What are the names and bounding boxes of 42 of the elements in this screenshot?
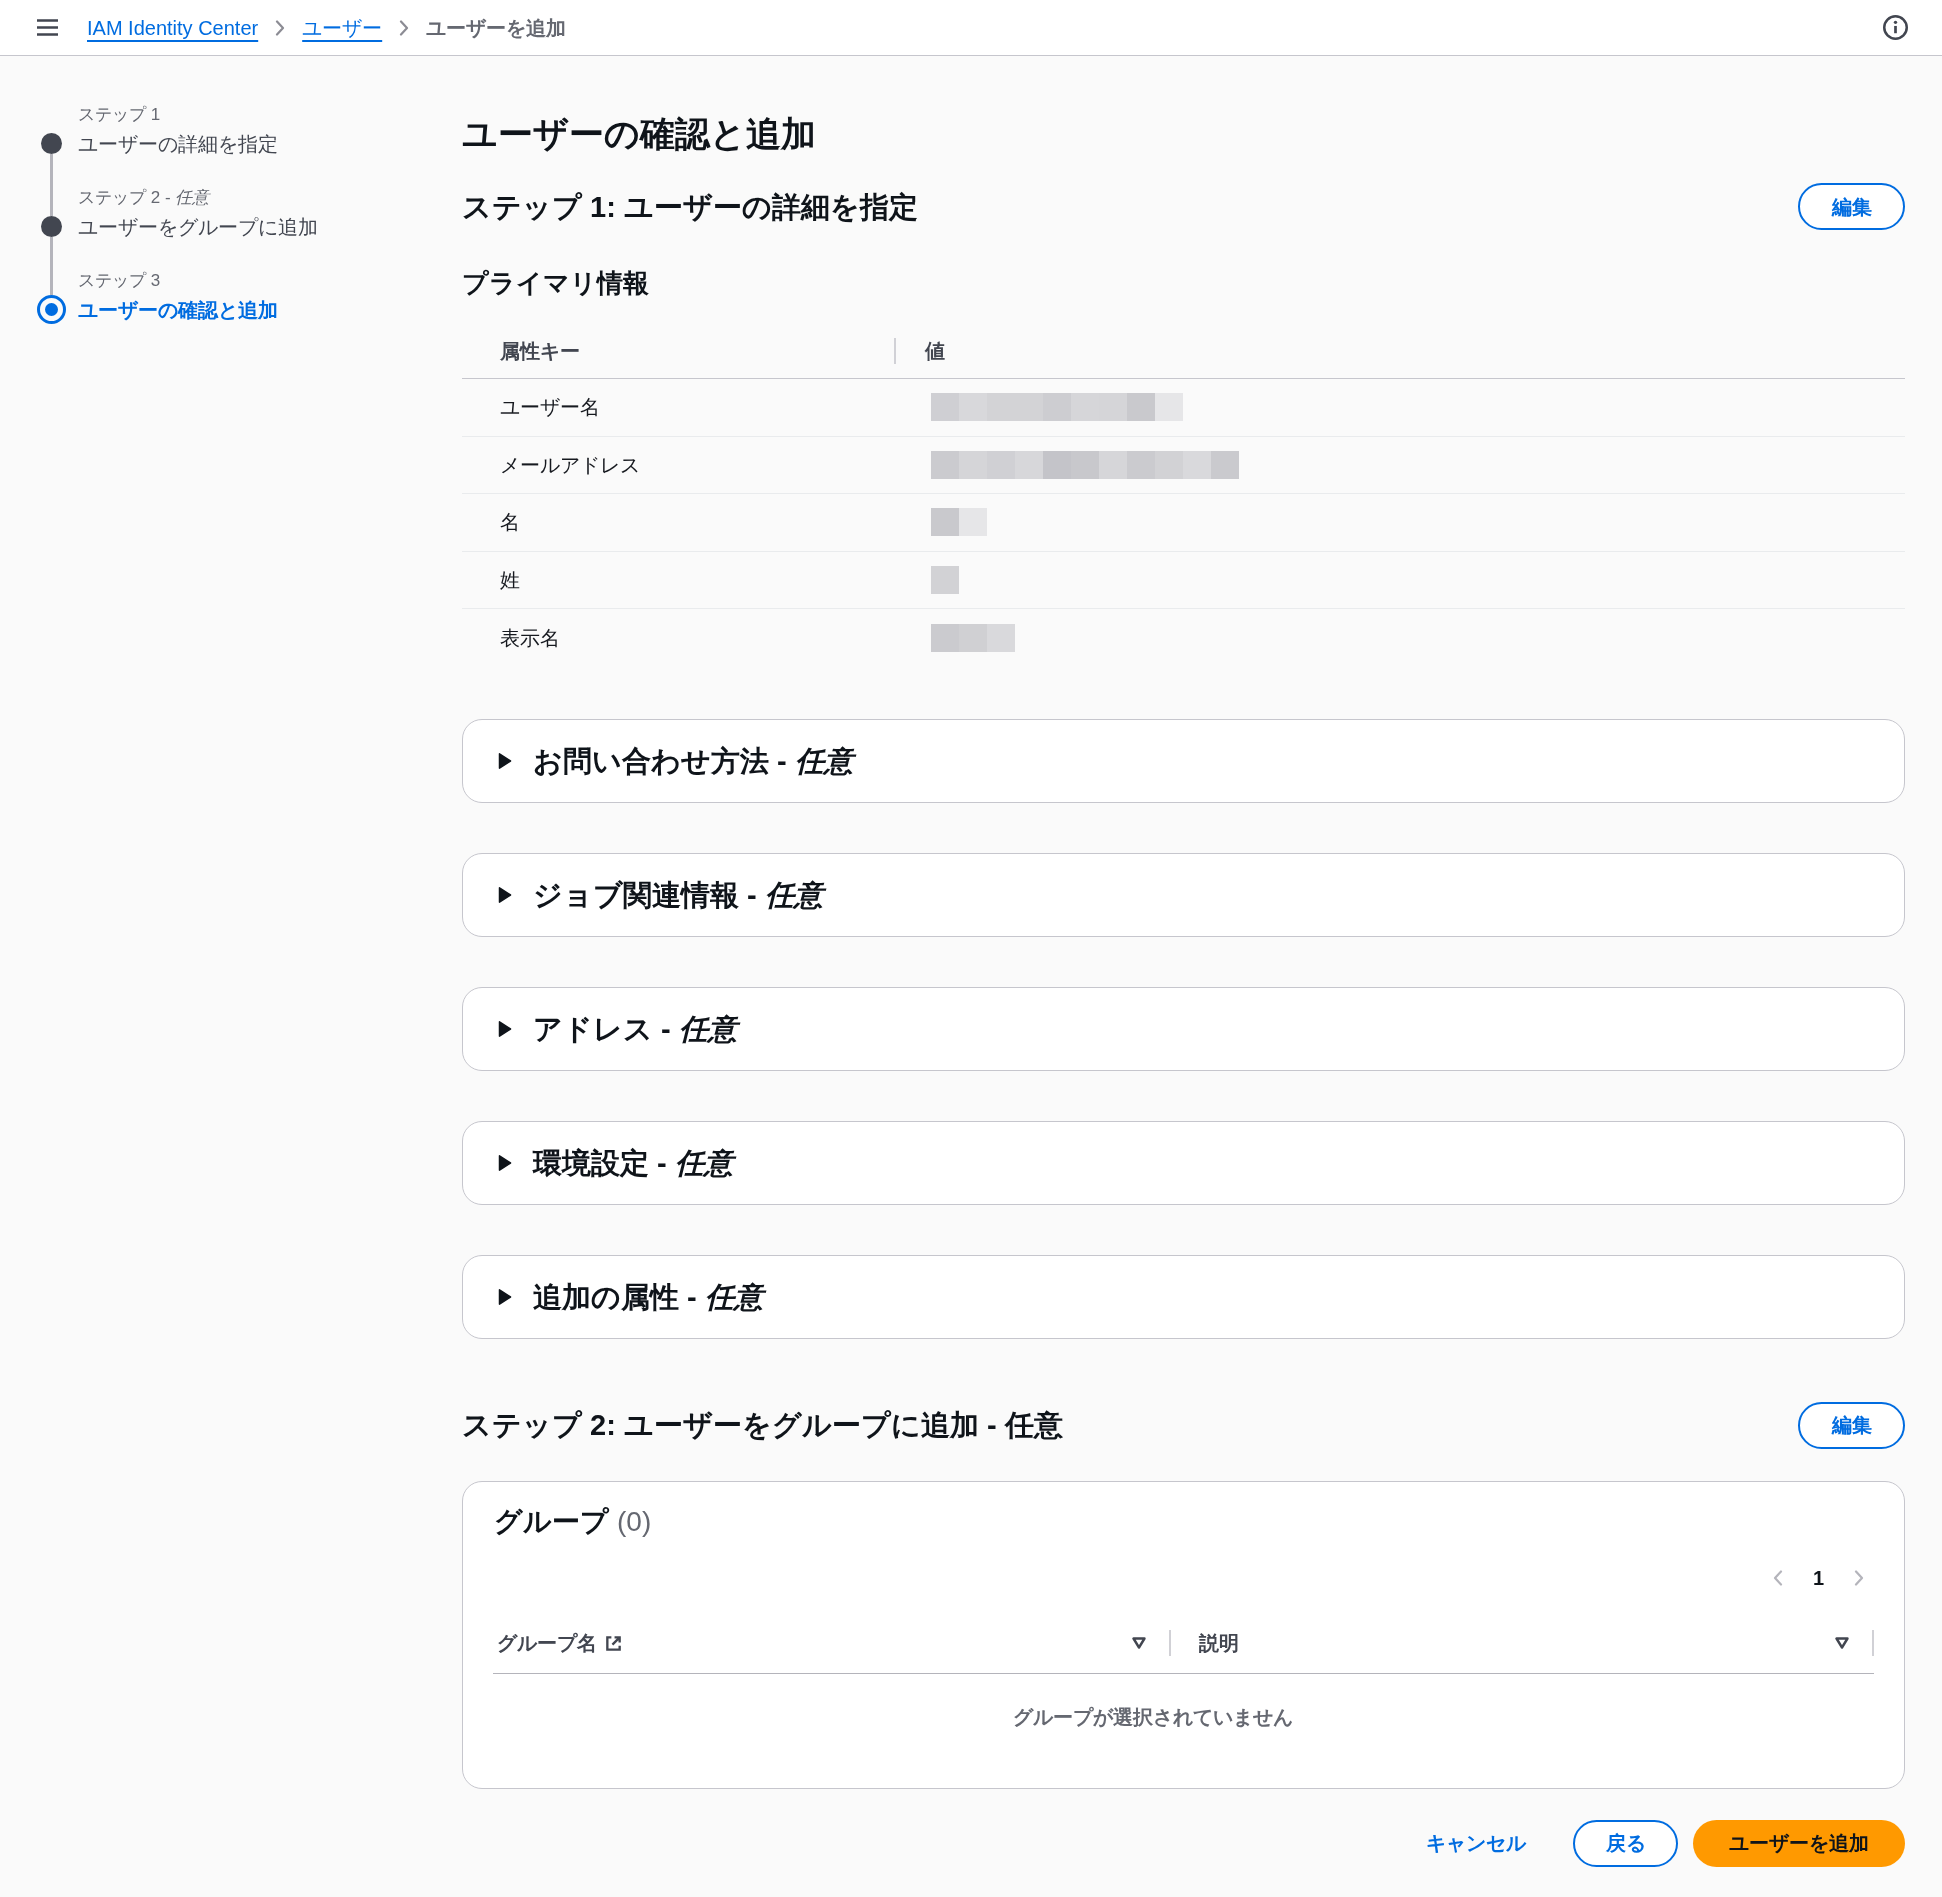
expandable-section[interactable]: お問い合わせ方法 - 任意: [462, 718, 1905, 803]
section-heading: ステップ 1: ユーザーの詳細を指定: [462, 189, 918, 225]
info-icon[interactable]: [1883, 15, 1908, 40]
subsection-heading: プライマリ情報: [462, 267, 650, 300]
column-header: グループ名: [497, 1631, 597, 1656]
step-label: ステップ 3: [78, 270, 162, 292]
sort-caret-icon[interactable]: [1835, 1637, 1849, 1649]
back-button[interactable]: 戻る: [1573, 1819, 1678, 1867]
expandable-section[interactable]: ジョブ関連情報 - 任意: [462, 852, 1905, 937]
edit-button[interactable]: 編集: [1798, 1401, 1905, 1449]
chevron-right-icon: [399, 19, 410, 36]
step-label: ステップ 2 - 任意: [78, 187, 212, 209]
attribute-key: 名: [500, 511, 520, 534]
add-user-button[interactable]: ユーザーを追加: [1693, 1819, 1905, 1867]
page-number[interactable]: 1: [1812, 1563, 1824, 1592]
expandable-section[interactable]: アドレス - 任意: [462, 986, 1905, 1071]
expandable-section[interactable]: 環境設定 - 任意: [462, 1120, 1905, 1205]
item-count: (0): [617, 1504, 652, 1539]
attribute-key: 姓: [500, 568, 520, 591]
edit-button[interactable]: 編集: [1798, 183, 1905, 230]
panel-title: グループ: [494, 1504, 609, 1539]
page-title: ユーザーの確認と追加: [462, 113, 817, 155]
step-title[interactable]: ユーザーをグループに追加: [78, 212, 318, 242]
empty-state-message: グループが選択されていません: [1012, 1704, 1293, 1730]
expandable-section[interactable]: 追加の属性 - 任意: [462, 1254, 1905, 1339]
breadcrumb-link[interactable]: IAM Identity Center: [87, 13, 259, 42]
cancel-button[interactable]: キャンセル: [1406, 1819, 1546, 1867]
step-label: ステップ 1: [78, 104, 162, 126]
section-heading: ステップ 2: ユーザーをグループに追加 - 任意: [462, 1408, 1063, 1443]
column-header: 値: [925, 339, 945, 362]
attribute-key: 表示名: [500, 626, 560, 649]
sort-caret-icon[interactable]: [1132, 1637, 1146, 1649]
step-title[interactable]: ユーザーの詳細を指定: [78, 129, 278, 159]
menu-icon[interactable]: [37, 19, 58, 36]
breadcrumb-current: ユーザーを追加: [426, 15, 567, 41]
attribute-key: ユーザー名: [500, 396, 600, 419]
attribute-key: メールアドレス: [500, 453, 640, 476]
chevron-right-icon: [275, 19, 286, 36]
step-title: ユーザーの確認と追加: [78, 298, 278, 323]
column-header: 属性キー: [500, 339, 580, 362]
breadcrumb-link[interactable]: ユーザー: [302, 13, 383, 42]
column-header: 説明: [1199, 1631, 1239, 1656]
